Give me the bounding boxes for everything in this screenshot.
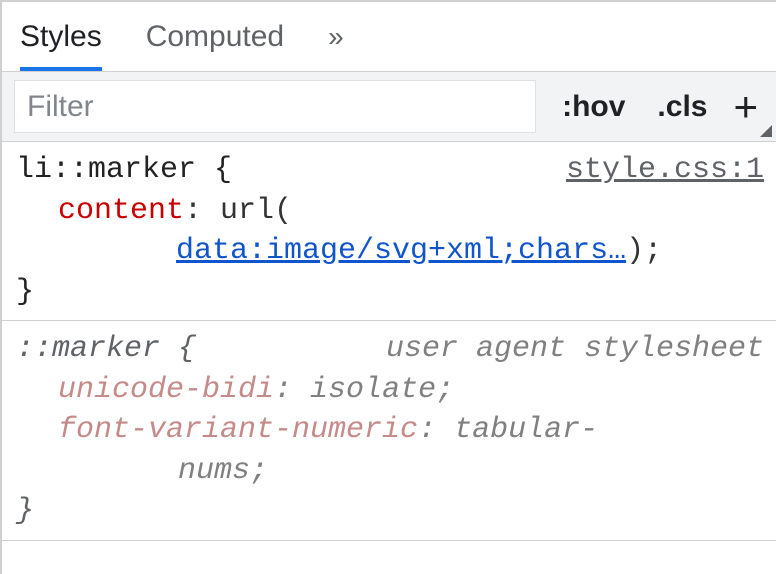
property-value-suffix: ); bbox=[626, 234, 662, 268]
selector-row: ::marker { user agent stylesheet bbox=[16, 329, 764, 370]
hov-toggle[interactable]: :hov bbox=[546, 72, 641, 141]
property-name: font-variant-numeric bbox=[58, 413, 418, 447]
style-rule-user-agent: ::marker { user agent stylesheet unicode… bbox=[2, 321, 776, 541]
style-rule[interactable]: li::marker { style.css:1 content: url( d… bbox=[2, 142, 776, 321]
declarations: content: url( data:image/svg+xml;chars…)… bbox=[16, 191, 764, 272]
brace-open: { bbox=[196, 153, 232, 187]
tab-styles[interactable]: Styles bbox=[20, 2, 102, 71]
url-value-link[interactable]: data:image/svg+xml;chars… bbox=[176, 231, 626, 272]
declarations: unicode-bidi: isolate; font-variant-nume… bbox=[16, 370, 764, 492]
property-value: : isolate; bbox=[274, 373, 454, 407]
property-name: unicode-bidi bbox=[58, 373, 274, 407]
plus-icon: + bbox=[733, 83, 758, 131]
property-value-cont: nums; bbox=[58, 451, 764, 492]
property-value: : tabular- bbox=[418, 413, 598, 447]
property-name: content bbox=[58, 194, 184, 228]
selector-row: li::marker { style.css:1 bbox=[16, 150, 764, 191]
property-value-prefix: : url( bbox=[184, 194, 292, 228]
brace-open: { bbox=[160, 332, 196, 366]
selector-text[interactable]: li::marker bbox=[16, 153, 196, 187]
declaration: font-variant-numeric: tabular- bbox=[58, 410, 764, 451]
filter-input[interactable] bbox=[14, 80, 536, 133]
brace-close: } bbox=[16, 275, 34, 309]
user-agent-label: user agent stylesheet bbox=[386, 329, 764, 370]
styles-panel: Styles Computed » :hov .cls + li::marker… bbox=[0, 0, 776, 574]
declaration: unicode-bidi: isolate; bbox=[58, 370, 764, 411]
brace-close: } bbox=[16, 494, 34, 528]
rules-list: li::marker { style.css:1 content: url( d… bbox=[2, 142, 776, 541]
tabstrip: Styles Computed » bbox=[2, 2, 776, 72]
declaration[interactable]: content: url( bbox=[58, 191, 764, 232]
selector-text: ::marker bbox=[16, 332, 160, 366]
cls-toggle[interactable]: .cls bbox=[641, 72, 723, 141]
tab-overflow[interactable]: » bbox=[328, 2, 342, 71]
styles-toolbar: :hov .cls + bbox=[2, 72, 776, 142]
source-link[interactable]: style.css:1 bbox=[566, 150, 764, 191]
dropdown-corner-icon bbox=[760, 125, 772, 137]
tab-computed[interactable]: Computed bbox=[146, 2, 284, 71]
new-style-rule-button[interactable]: + bbox=[723, 72, 776, 141]
